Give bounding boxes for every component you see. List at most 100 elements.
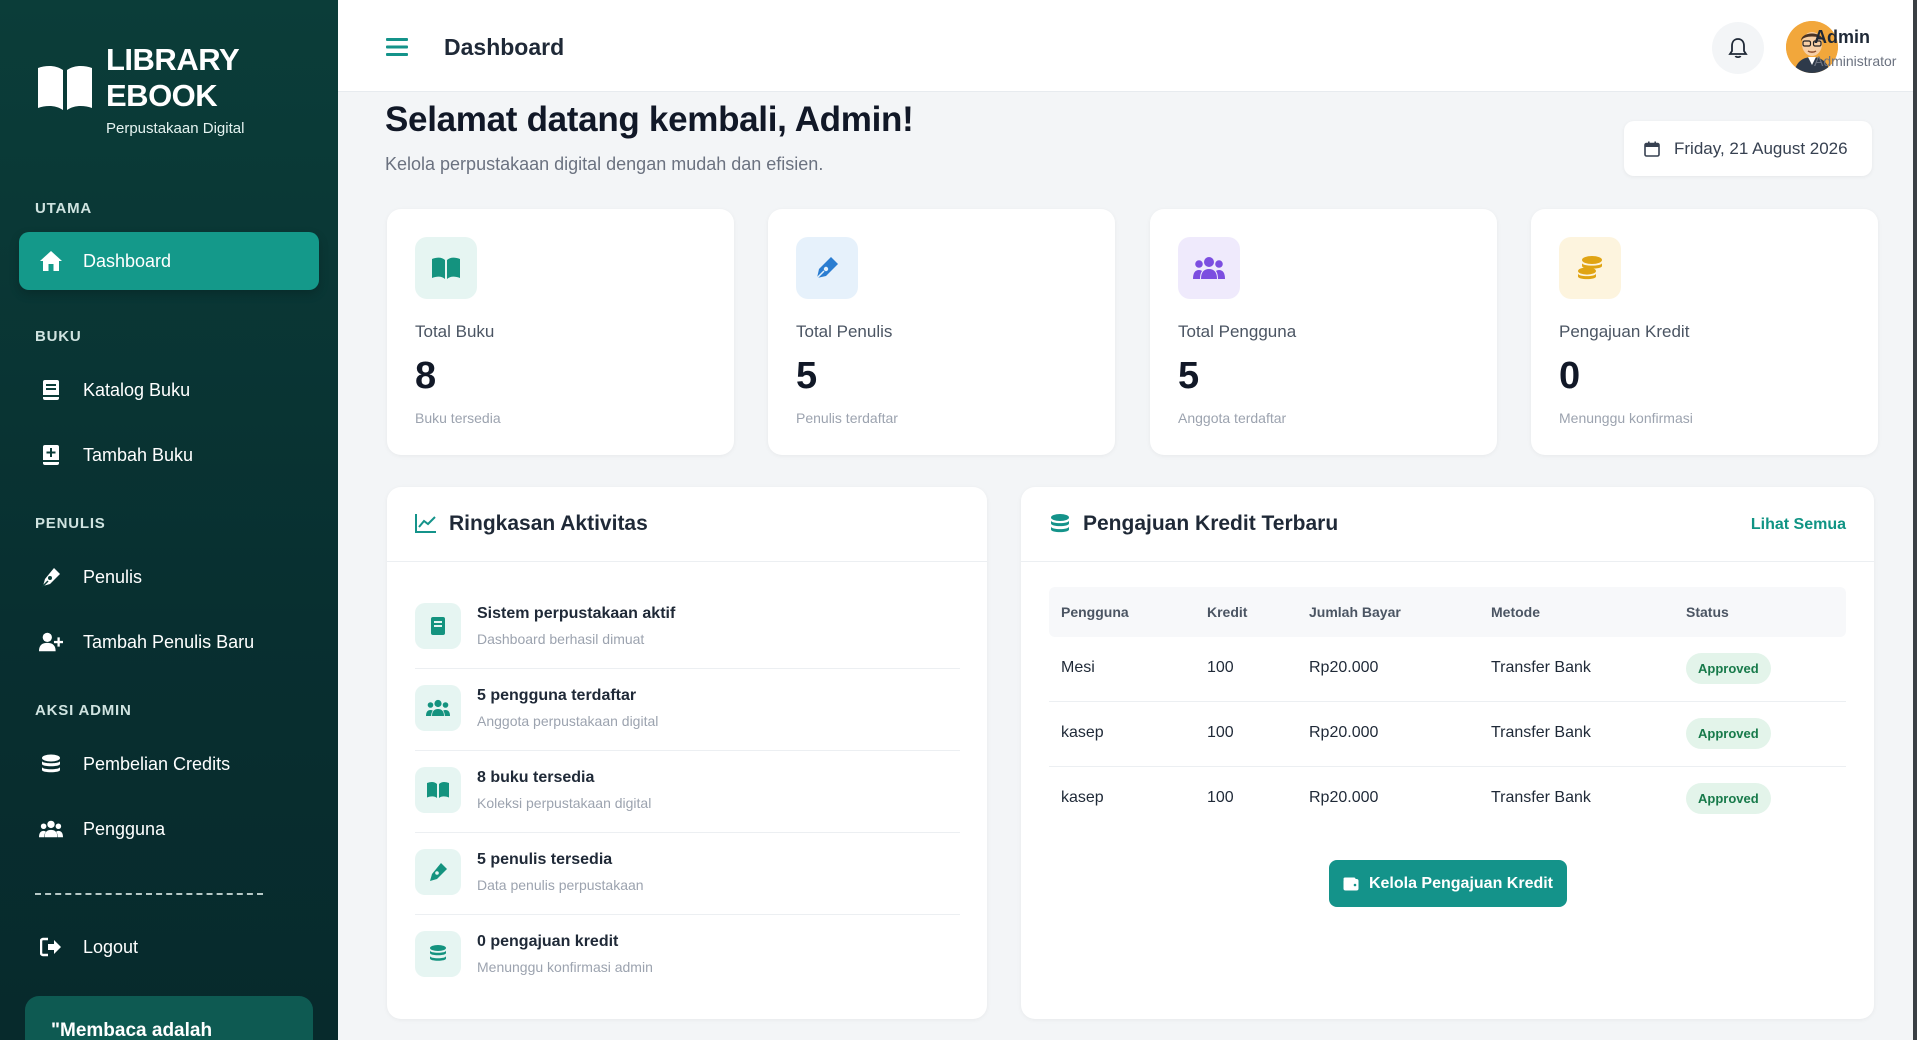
sidebar-item-label: Penulis — [83, 566, 143, 587]
sidebar-item-label: Pengguna — [83, 818, 166, 839]
cell-user: Mesi — [1061, 659, 1095, 676]
section-label-utama: UTAMA — [35, 200, 93, 217]
panel-title: Pengajuan Kredit Terbaru — [1083, 512, 1339, 535]
stat-label: Total Penulis — [796, 322, 893, 341]
status-badge: Approved — [1686, 718, 1771, 749]
sidebar-item-label: Logout — [83, 936, 139, 957]
stat-label: Total Buku — [415, 322, 495, 341]
activity-title: 5 penulis tersedia — [477, 851, 613, 868]
table-header: Pengguna Kredit Jumlah Bayar Metode Stat… — [1049, 587, 1846, 637]
coins-icon — [415, 931, 461, 977]
activity-title: Sistem perpustakaan aktif — [477, 605, 676, 622]
coins-icon — [1559, 237, 1621, 299]
brand[interactable]: LIBRARY EBOOK Perpustakaan Digital — [36, 42, 244, 137]
sidebar-item-penulis[interactable]: Penulis — [19, 548, 319, 606]
pen-icon — [415, 849, 461, 895]
wallet-icon — [1343, 877, 1359, 891]
book-open-icon — [415, 767, 461, 813]
user-plus-icon — [39, 630, 63, 654]
notification-button[interactable] — [1712, 22, 1764, 74]
section-label-aksi-admin: AKSI ADMIN — [35, 702, 132, 719]
coins-icon — [1049, 513, 1071, 540]
sidebar-item-pengguna[interactable]: Pengguna — [19, 800, 319, 858]
cell-kredit: 100 — [1207, 724, 1234, 741]
manage-credit-requests-button[interactable]: Kelola Pengajuan Kredit — [1329, 860, 1567, 907]
cell-metode: Transfer Bank — [1491, 789, 1591, 806]
column-header: Metode — [1491, 604, 1540, 620]
users-icon — [415, 685, 461, 731]
sidebar-item-tambah-buku[interactable]: Tambah Buku — [19, 426, 319, 484]
cell-jumlah: Rp20.000 — [1309, 659, 1379, 676]
activity-desc: Data penulis perpustakaan — [477, 877, 644, 893]
cell-kredit: 100 — [1207, 659, 1234, 676]
sidebar-item-tambah-penulis[interactable]: Tambah Penulis Baru — [19, 613, 319, 671]
stat-card-total-penulis: Total Penulis 5 Penulis terdaftar — [768, 209, 1115, 455]
stat-value: 5 — [796, 355, 818, 397]
activity-title: 0 pengajuan kredit — [477, 933, 619, 950]
cell-user: kasep — [1061, 724, 1104, 741]
sidebar-item-katalog-buku[interactable]: Katalog Buku — [19, 361, 319, 419]
list-item: 8 buku tersedia Koleksi perpustakaan dig… — [415, 751, 960, 833]
table-row: kasep 100 Rp20.000 Transfer Bank Approve… — [1049, 767, 1846, 832]
window-edge — [1913, 0, 1917, 1040]
sidebar-divider — [35, 893, 263, 895]
book-plus-icon — [39, 443, 63, 467]
coins-icon — [39, 752, 63, 776]
activity-desc: Dashboard berhasil dimuat — [477, 631, 645, 647]
sidebar-item-logout[interactable]: Logout — [19, 918, 319, 976]
stat-hint: Anggota terdaftar — [1178, 410, 1287, 426]
sidebar-item-label: Katalog Buku — [83, 379, 191, 400]
chart-line-icon — [415, 513, 437, 538]
home-icon — [39, 249, 63, 273]
panel-title: Ringkasan Aktivitas — [449, 512, 648, 535]
view-all-link[interactable]: Lihat Semua — [1751, 516, 1846, 534]
activity-title: 5 pengguna terdaftar — [477, 687, 637, 704]
status-badge: Approved — [1686, 783, 1771, 814]
bell-icon — [1728, 38, 1748, 59]
cell-jumlah: Rp20.000 — [1309, 724, 1379, 741]
column-header: Pengguna — [1061, 604, 1129, 620]
stat-hint: Buku tersedia — [415, 410, 501, 426]
cell-metode: Transfer Bank — [1491, 724, 1591, 741]
stat-card-pengajuan-kredit: Pengajuan Kredit 0 Menunggu konfirmasi — [1531, 209, 1878, 455]
cell-metode: Transfer Bank — [1491, 659, 1591, 676]
credit-requests-panel: Pengajuan Kredit Terbaru Lihat Semua Pen… — [1021, 487, 1874, 1019]
logout-icon — [39, 935, 63, 959]
brand-subtitle: Perpustakaan Digital — [106, 120, 245, 137]
list-item: Sistem perpustakaan aktif Dashboard berh… — [415, 587, 960, 669]
table-row: kasep 100 Rp20.000 Transfer Bank Approve… — [1049, 702, 1846, 767]
sidebar-item-label: Pembelian Credits — [83, 753, 231, 774]
activity-desc: Koleksi perpustakaan digital — [477, 795, 652, 811]
sidebar: LIBRARY EBOOK Perpustakaan Digital UTAMA… — [0, 0, 338, 1040]
section-label-buku: BUKU — [35, 328, 82, 345]
book-open-icon — [415, 237, 477, 299]
sidebar-item-dashboard[interactable]: Dashboard — [19, 232, 319, 290]
date-text: Friday, 21 August 2026 — [1674, 138, 1848, 158]
users-icon — [1178, 237, 1240, 299]
sidebar-item-pembelian-credits[interactable]: Pembelian Credits — [19, 735, 319, 793]
hamburger-menu-icon[interactable] — [386, 38, 408, 61]
book-icon — [39, 378, 63, 402]
topbar: Dashboard Admin Administrator — [338, 0, 1917, 92]
cell-user: kasep — [1061, 789, 1104, 806]
section-label-penulis: PENULIS — [35, 515, 106, 532]
sidebar-item-label: Dashboard — [83, 250, 172, 271]
welcome-subtitle: Kelola perpustakaan digital dengan mudah… — [385, 154, 824, 174]
brand-title-line2: EBOOK — [106, 78, 218, 113]
page-title: Dashboard — [444, 34, 565, 60]
column-header: Kredit — [1207, 604, 1248, 620]
brand-title-line1: LIBRARY — [106, 42, 240, 77]
activity-title: 8 buku tersedia — [477, 769, 595, 786]
stat-hint: Menunggu konfirmasi — [1559, 410, 1693, 426]
pen-nib-icon — [796, 237, 858, 299]
activity-desc: Anggota perpustakaan digital — [477, 713, 659, 729]
stat-value: 5 — [1178, 355, 1200, 397]
date-chip: Friday, 21 August 2026 — [1624, 121, 1872, 176]
sidebar-item-label: Tambah Penulis Baru — [83, 631, 255, 652]
panel-header: Pengajuan Kredit Terbaru Lihat Semua — [1021, 487, 1874, 562]
stat-value: 0 — [1559, 355, 1581, 397]
status-badge: Approved — [1686, 653, 1771, 684]
sidebar-item-label: Tambah Buku — [83, 444, 194, 465]
list-item: 5 penulis tersedia Data penulis perpusta… — [415, 833, 960, 915]
stat-card-total-buku: Total Buku 8 Buku tersedia — [387, 209, 734, 455]
